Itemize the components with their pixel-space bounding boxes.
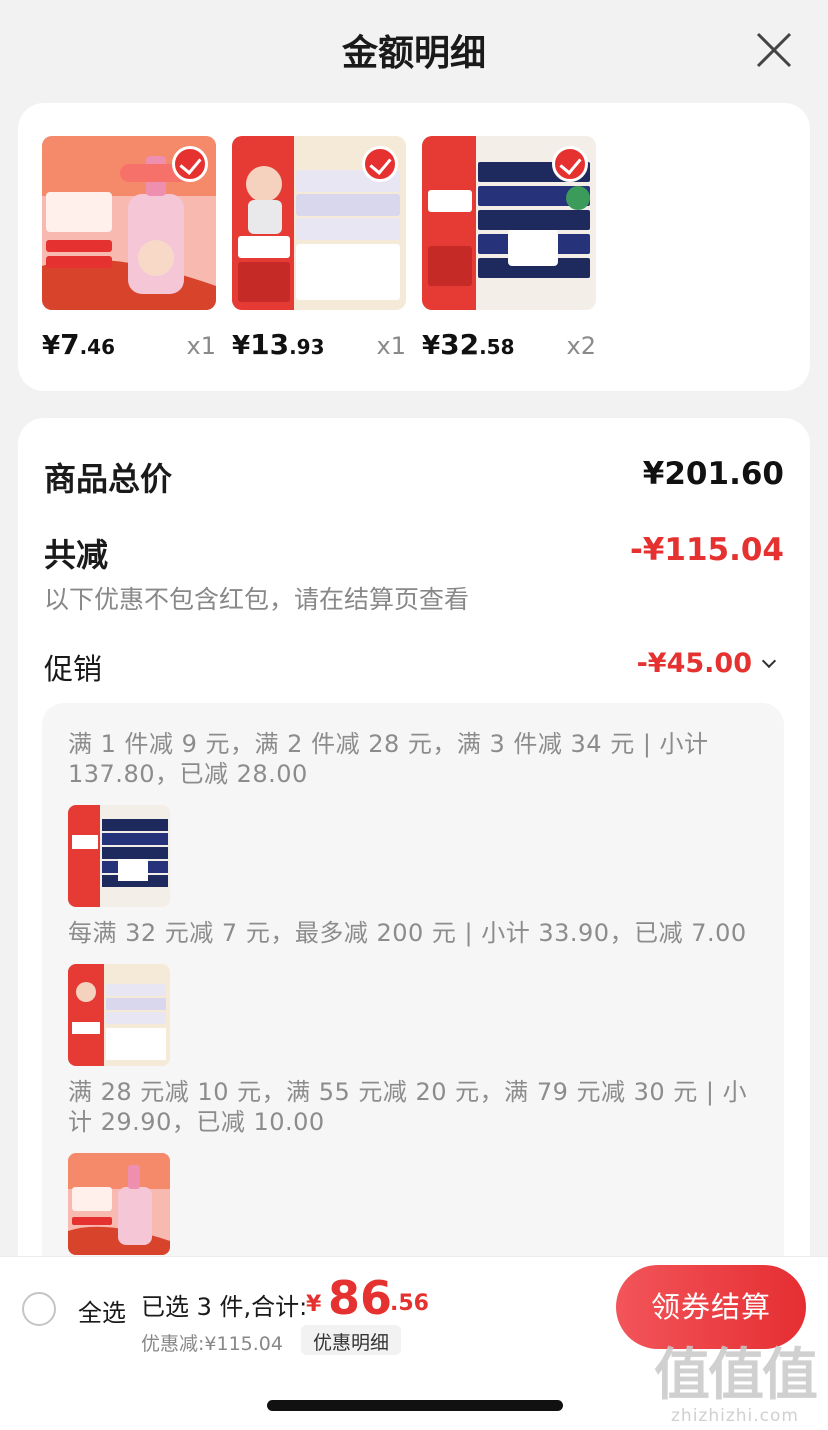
promo-rule-text: 满 1 件减 9 元，满 2 件减 28 元，满 3 件减 34 元 | 小计 … bbox=[68, 730, 709, 788]
page-title: 金额明细 bbox=[341, 33, 486, 74]
product-price: ¥32.58 bbox=[422, 328, 515, 361]
checked-icon[interactable] bbox=[552, 146, 588, 182]
watermark: 值值值 zhizhizhi.com bbox=[654, 1343, 818, 1427]
product-price: ¥13.93 bbox=[232, 328, 325, 361]
watermark-url: zhizhizhi.com bbox=[671, 1406, 799, 1426]
checkout-button[interactable]: 领券结算 bbox=[616, 1265, 806, 1349]
product-image-tissue-pack[interactable] bbox=[422, 136, 596, 310]
promo-product-image-tissue-pack bbox=[68, 805, 170, 907]
promotion-value[interactable]: -¥45.00 bbox=[637, 648, 752, 679]
total-price-label: 商品总价 bbox=[44, 460, 173, 498]
total-reduce-label: 共减 bbox=[44, 536, 109, 574]
total-amount-int: 86 bbox=[328, 1271, 393, 1325]
total-amount-dec: .56 bbox=[390, 1291, 429, 1316]
checked-icon[interactable] bbox=[362, 146, 398, 182]
checked-icon[interactable] bbox=[172, 146, 208, 182]
checkout-bar: 全选 已选 3 件,合计: ¥ 86 .56 优惠减:¥115.04 优惠明细 … bbox=[0, 1256, 828, 1356]
product-quantity: x2 bbox=[566, 332, 596, 360]
product-quantity: x1 bbox=[186, 332, 216, 360]
discount-note: 以下优惠不包含红包，请在结算页查看 bbox=[44, 585, 470, 614]
chevron-down-icon[interactable] bbox=[761, 653, 777, 669]
product-image-dish-soap[interactable] bbox=[42, 136, 216, 310]
promo-rule-text: 满 28 元减 10 元，满 55 元减 20 元，满 79 元减 30 元 |… bbox=[68, 1078, 748, 1136]
promo-rule-text: 每满 32 元减 7 元，最多减 200 元 | 小计 33.90，已减 7.0… bbox=[68, 919, 747, 947]
promo-product-image-tissue-box bbox=[68, 964, 170, 1066]
close-icon[interactable] bbox=[754, 30, 794, 70]
product-price: ¥7.46 bbox=[42, 328, 116, 361]
product-item[interactable]: ¥13.93 x1 bbox=[232, 136, 406, 374]
product-image-tissue-box[interactable] bbox=[232, 136, 406, 310]
product-item[interactable]: ¥7.46 x1 bbox=[42, 136, 216, 374]
promotion-label: 促销 bbox=[44, 652, 103, 686]
selected-count: 已选 3 件,合计: bbox=[141, 1293, 308, 1321]
select-all-label[interactable]: 全选 bbox=[78, 1293, 126, 1328]
promo-product-image-dish-soap bbox=[68, 1153, 170, 1255]
promotion-detail-box: 满 1 件减 9 元，满 2 件减 28 元，满 3 件减 34 元 | 小计 … bbox=[42, 703, 784, 1303]
discount-detail-link[interactable]: 优惠明细 bbox=[301, 1325, 402, 1355]
modal-header: 金额明细 bbox=[0, 0, 828, 100]
amount-detail-card: 商品总价 ¥201.60 共减 -¥115.04 以下优惠不包含红包，请在结算页… bbox=[18, 418, 810, 1303]
product-list-card: ¥7.46 x1 ¥13.93 x1 ¥32.58 x2 bbox=[18, 103, 810, 391]
product-quantity: x1 bbox=[376, 332, 406, 360]
total-price-value: ¥201.60 bbox=[642, 456, 784, 492]
total-reduce-value: -¥115.04 bbox=[629, 532, 784, 568]
product-item[interactable]: ¥32.58 x2 bbox=[422, 136, 596, 374]
watermark-logo: 值值值 bbox=[654, 1343, 818, 1408]
select-all-radio[interactable] bbox=[22, 1292, 56, 1326]
discount-summary: 优惠减:¥115.04 bbox=[141, 1333, 283, 1355]
home-indicator[interactable] bbox=[267, 1400, 563, 1411]
total-currency: ¥ bbox=[306, 1292, 322, 1317]
